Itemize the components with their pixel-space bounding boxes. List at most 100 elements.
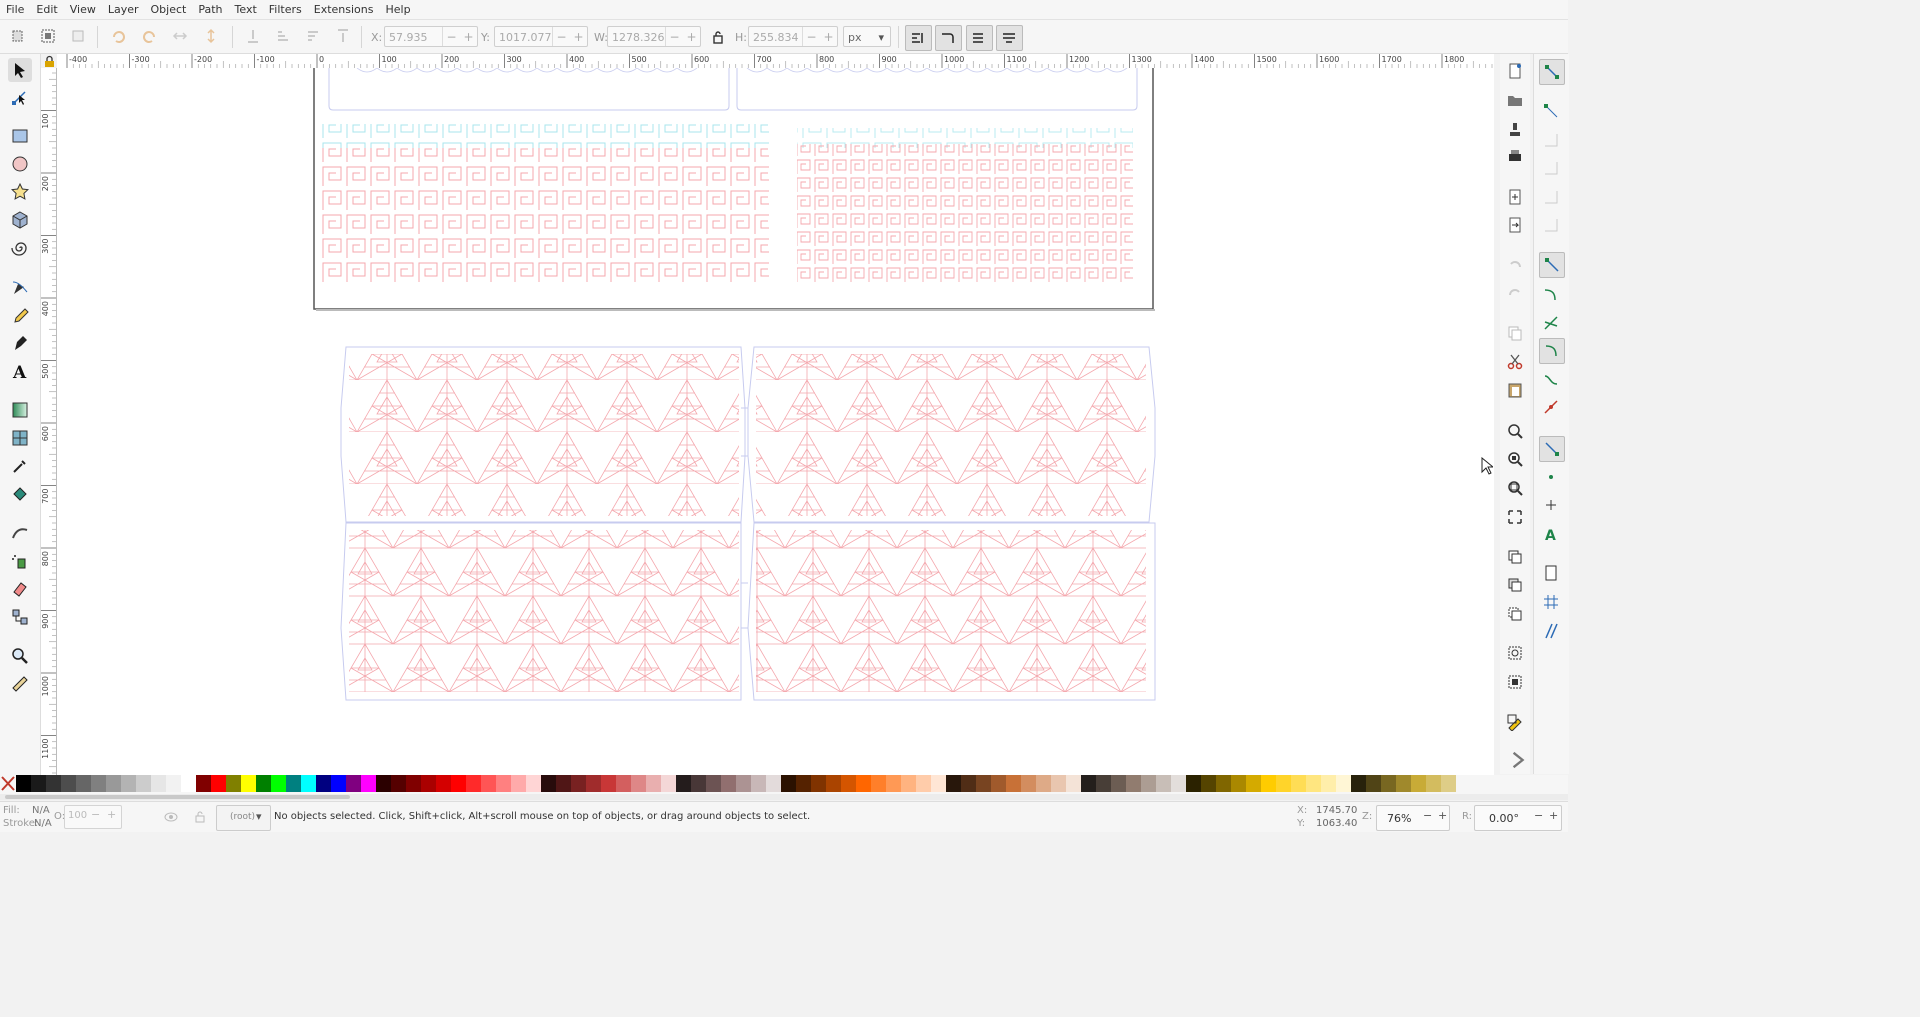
color-swatch[interactable]: [241, 775, 256, 792]
color-swatch[interactable]: [46, 775, 61, 792]
zoom-drawing-icon[interactable]: [1506, 450, 1524, 468]
palette-scroll-thumb[interactable]: [5, 795, 350, 799]
lower-to-bottom-icon[interactable]: [245, 28, 261, 44]
zoom-plus-button[interactable]: +: [1438, 809, 1447, 822]
color-swatch[interactable]: [1051, 775, 1066, 792]
menu-object[interactable]: Object: [145, 3, 193, 16]
snap-bbox-midpoints-icon[interactable]: [1542, 188, 1560, 206]
x-field[interactable]: X: 57.935 − +: [371, 26, 478, 47]
redo-icon[interactable]: [1506, 284, 1524, 302]
group-icon[interactable]: [1506, 644, 1524, 662]
tweak-tool[interactable]: [8, 521, 32, 545]
h-plus-button[interactable]: +: [823, 27, 833, 46]
spray-tool[interactable]: [8, 549, 32, 573]
color-swatch[interactable]: [946, 775, 961, 792]
y-minus-button[interactable]: −: [556, 27, 566, 46]
clone-icon[interactable]: [1506, 576, 1524, 594]
color-swatch[interactable]: [361, 775, 376, 792]
measure-tool[interactable]: [8, 672, 32, 696]
select-all-layers-icon[interactable]: [40, 28, 56, 44]
color-swatch[interactable]: [901, 775, 916, 792]
color-swatch[interactable]: [721, 775, 736, 792]
color-swatch[interactable]: [1171, 775, 1186, 792]
zoom-page-width-icon[interactable]: [1506, 508, 1524, 526]
snap-bbox-corners-icon[interactable]: [1542, 159, 1560, 177]
color-swatch[interactable]: [1066, 775, 1081, 792]
color-swatch[interactable]: [331, 775, 346, 792]
lock-ratio-icon[interactable]: [710, 29, 726, 45]
color-swatch[interactable]: [931, 775, 946, 792]
scale-stroke-toggle[interactable]: [905, 25, 932, 51]
width-field[interactable]: W: 1278.326 − +: [594, 26, 701, 47]
meander-pattern-right[interactable]: [797, 128, 1133, 282]
fill-stroke-dialog-icon[interactable]: [1506, 713, 1524, 731]
snap-cusp-nodes-toggle[interactable]: [1539, 338, 1565, 364]
color-swatch[interactable]: [796, 775, 811, 792]
horizontal-ruler[interactable]: -400 -300 -200 -100 0 100 200 300 400 500 600 700 80…: [57, 54, 1494, 69]
snap-intersections-icon[interactable]: [1542, 314, 1560, 332]
zoom-selection-icon[interactable]: [1506, 422, 1524, 440]
color-swatch[interactable]: [1126, 775, 1141, 792]
y-plus-button[interactable]: +: [573, 27, 583, 46]
snap-guides-icon[interactable]: [1542, 622, 1560, 640]
color-swatch[interactable]: [1306, 775, 1321, 792]
eraser-tool[interactable]: [8, 577, 32, 601]
menu-edit[interactable]: Edit: [30, 3, 63, 16]
snap-smooth-nodes-icon[interactable]: [1542, 370, 1560, 388]
color-swatch[interactable]: [511, 775, 526, 792]
color-swatch[interactable]: [766, 775, 781, 792]
flip-vertical-icon[interactable]: [203, 28, 219, 44]
color-swatch[interactable]: [421, 775, 436, 792]
rotate-cw-icon[interactable]: [142, 28, 158, 44]
menu-layer[interactable]: Layer: [102, 3, 145, 16]
height-field[interactable]: H: 255.834 − +: [735, 26, 838, 47]
color-swatch[interactable]: [151, 775, 166, 792]
color-swatch[interactable]: [436, 775, 451, 792]
color-swatch[interactable]: [406, 775, 421, 792]
color-swatch[interactable]: [76, 775, 91, 792]
open-folder-icon[interactable]: [1506, 91, 1524, 109]
lower-icon[interactable]: [275, 28, 291, 44]
color-swatch[interactable]: [886, 775, 901, 792]
triangle-pattern-panels[interactable]: [340, 346, 1156, 701]
color-swatch[interactable]: [556, 775, 571, 792]
color-swatch[interactable]: [451, 775, 466, 792]
color-swatch[interactable]: [1261, 775, 1276, 792]
mesh-tool[interactable]: [8, 426, 32, 450]
snap-bbox-icon[interactable]: [1542, 102, 1560, 120]
color-swatch[interactable]: [286, 775, 301, 792]
color-swatch[interactable]: [301, 775, 316, 792]
color-swatch[interactable]: [1336, 775, 1351, 792]
y-field[interactable]: Y: 1017.077 − +: [481, 26, 588, 47]
ellipse-tool[interactable]: [8, 152, 32, 176]
color-swatch[interactable]: [196, 775, 211, 792]
color-swatch[interactable]: [1351, 775, 1366, 792]
paint-bucket-tool[interactable]: [8, 482, 32, 506]
palette-scrollbar[interactable]: [0, 794, 1568, 800]
color-swatch[interactable]: [226, 775, 241, 792]
snap-bbox-edges-icon[interactable]: [1542, 131, 1560, 149]
star-tool[interactable]: [8, 180, 32, 204]
calligraphy-tool[interactable]: [8, 331, 32, 355]
menu-text[interactable]: Text: [229, 3, 263, 16]
color-swatch[interactable]: [496, 775, 511, 792]
node-tool[interactable]: [8, 86, 32, 110]
color-swatch[interactable]: [1096, 775, 1111, 792]
save-icon[interactable]: [1506, 120, 1524, 138]
rotation-field[interactable]: 0.00° − +: [1474, 805, 1562, 831]
color-swatch[interactable]: [346, 775, 361, 792]
enable-snapping-toggle[interactable]: [1539, 59, 1565, 85]
snap-object-centers-icon[interactable]: [1542, 468, 1560, 486]
move-patterns-toggle[interactable]: [996, 25, 1023, 51]
drawing-canvas[interactable]: [57, 68, 1494, 775]
color-swatch[interactable]: [121, 775, 136, 792]
selector-tool[interactable]: [8, 58, 32, 82]
color-swatch[interactable]: [16, 775, 31, 792]
color-swatch[interactable]: [1186, 775, 1201, 792]
color-swatch[interactable]: [1411, 775, 1426, 792]
snap-paths-icon[interactable]: [1542, 286, 1560, 304]
color-swatch[interactable]: [1246, 775, 1261, 792]
raise-icon[interactable]: [305, 28, 321, 44]
more-commands-icon[interactable]: [1510, 751, 1528, 769]
x-plus-button[interactable]: +: [463, 27, 473, 46]
